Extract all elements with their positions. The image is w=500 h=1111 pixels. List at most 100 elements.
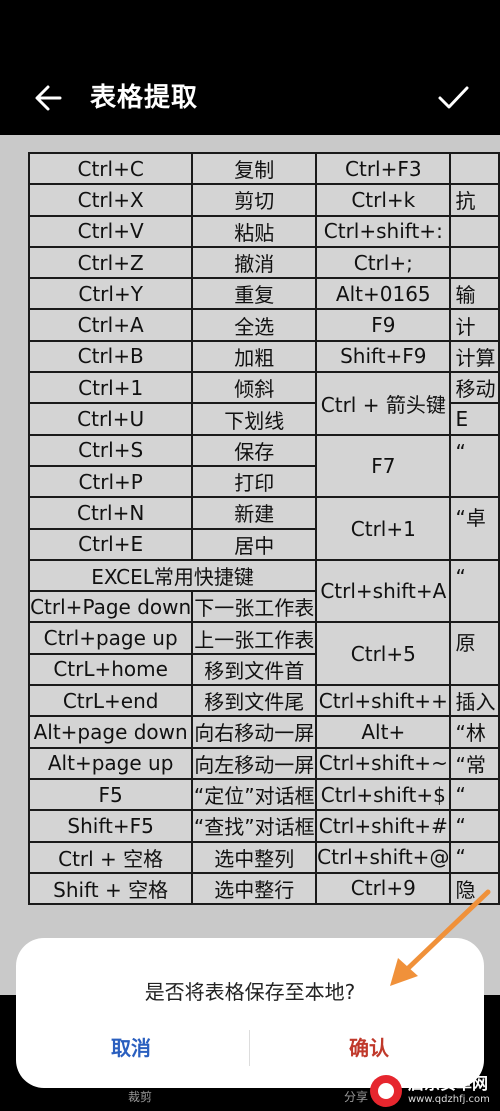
table-cell: Ctrl+E xyxy=(27,527,194,561)
table-row: Shift + 空格 选中整行 Ctrl+9 隐 xyxy=(27,871,500,906)
table-row: Ctrl+V 粘贴 Ctrl+shift+: xyxy=(27,214,500,248)
watermark-badge-icon xyxy=(370,1075,402,1107)
table-row: Alt+page down 向右移动一屏 Alt+ “林 xyxy=(27,715,500,749)
table-row: Ctrl+N 新建 Ctrl+1 “卓 xyxy=(27,496,500,561)
confirm-button[interactable]: 确认 xyxy=(254,1028,484,1068)
table-cell: Ctrl+A xyxy=(27,308,194,342)
table-cell: 复制 xyxy=(191,151,318,186)
table-cell: Alt+0165 xyxy=(315,277,452,311)
table-row: Ctrl+A 全选 F9 计 xyxy=(27,308,500,342)
table-cell: “卓 xyxy=(449,496,500,561)
watermark-name: 启东安卓网 xyxy=(408,1074,489,1093)
table-cell: Ctrl+N xyxy=(27,496,194,530)
table-row: Ctrl + 空格 选中整列 Ctrl+shift+@ “ xyxy=(27,840,500,874)
table-cell: 计 xyxy=(449,308,500,342)
table-cell: 居中 xyxy=(191,527,318,561)
watermark-logo: 启东安卓网 www.qdzhfj.com xyxy=(370,1075,496,1107)
share-label[interactable]: 分享 xyxy=(344,1088,368,1105)
table-cell: 移到文件首 xyxy=(191,652,318,687)
table-cell: Ctrl+9 xyxy=(315,871,452,906)
table-row: Ctrl+Y 重复 Alt+0165 输 xyxy=(27,277,500,311)
table-cell: “ xyxy=(449,840,500,874)
table-cell: 保存 xyxy=(191,433,318,467)
table-cell: Ctrl+Y xyxy=(27,277,194,311)
table-cell: Ctrl+page up xyxy=(27,621,194,655)
table-cell: Shift+F5 xyxy=(27,809,194,843)
table-cell: Ctrl+shift+: xyxy=(315,214,452,248)
table-cell: Ctrl+C xyxy=(27,151,194,186)
table-cell: F5 xyxy=(27,777,194,812)
table-cell: 抗 xyxy=(449,183,500,217)
table-cell: Ctrl+5 xyxy=(315,621,452,687)
table-cell: Ctrl+B xyxy=(27,339,194,374)
table-row: Ctrl+S 保存 F7 “ xyxy=(27,433,500,499)
table-cell: Alt+ xyxy=(315,715,452,749)
table-cell: 上一张工作表 xyxy=(191,621,318,655)
table-cell: Ctrl+shift+~ xyxy=(315,746,452,780)
table-cell: 下划线 xyxy=(191,402,318,436)
back-arrow-icon[interactable] xyxy=(30,80,70,116)
table-cell: Ctrl+V xyxy=(27,214,194,248)
table-cell: “定位”对话框 xyxy=(191,777,318,812)
table-cell: CtrL+end xyxy=(27,684,194,718)
save-dialog: 是否将表格保存至本地? 取消 确认 xyxy=(16,938,484,1088)
table-row: Shift+F5 “查找”对话框 Ctrl+shift+# “ xyxy=(27,809,500,843)
table-cell: 撤消 xyxy=(191,245,318,280)
table-cell: 加粗 xyxy=(191,339,318,374)
table-preview: Ctrl+C 复制 Ctrl+F3 Ctrl+X 剪切 Ctrl+k 抗 Ctr… xyxy=(0,135,500,995)
table-cell: Alt+page down xyxy=(27,715,194,749)
table-cell: Ctrl+U xyxy=(27,402,194,436)
table-cell: Alt+page up xyxy=(27,746,194,780)
table-cell: 插入 xyxy=(449,684,500,718)
cancel-button[interactable]: 取消 xyxy=(16,1028,246,1068)
table-row: Ctrl+B 加粗 Shift+F9 计算 xyxy=(27,339,500,374)
table-cell: EXCEL常用快捷键 xyxy=(27,558,318,593)
table-cell: Ctrl + 空格 xyxy=(27,840,194,874)
table-cell: “ xyxy=(449,558,500,624)
table-cell: F7 xyxy=(315,433,452,499)
table-cell: Ctrl+shift+$ xyxy=(315,777,452,812)
shortcut-table: Ctrl+C 复制 Ctrl+F3 Ctrl+X 剪切 Ctrl+k 抗 Ctr… xyxy=(27,151,500,906)
table-cell: Ctrl+S xyxy=(27,433,194,467)
table-cell: “ xyxy=(449,809,500,843)
table-cell: “ xyxy=(449,433,500,499)
table-row: Ctrl+Z 撤消 Ctrl+; xyxy=(27,245,500,280)
table-cell: Ctrl + 箭头键 xyxy=(315,371,452,436)
table-cell: Ctrl+F3 xyxy=(315,151,452,186)
table-cell: 全选 xyxy=(191,308,318,342)
table-cell: E xyxy=(449,402,500,436)
table-cell: 向右移动一屏 xyxy=(191,715,318,749)
confirm-check-icon[interactable] xyxy=(436,80,470,114)
table-cell: 粘贴 xyxy=(191,214,318,248)
watermark-url: www.qdzhfj.com xyxy=(408,1094,490,1105)
table-cell: Ctrl+shift++ xyxy=(315,684,452,718)
table-cell: 下一张工作表 xyxy=(191,590,318,624)
crop-label[interactable]: 裁剪 xyxy=(128,1088,152,1105)
table-row: Ctrl+X 剪切 Ctrl+k 抗 xyxy=(27,183,500,217)
table-cell: 原 xyxy=(449,621,500,687)
table-cell: 移动 xyxy=(449,371,500,405)
table-cell: 倾斜 xyxy=(191,371,318,405)
table-cell xyxy=(449,151,500,186)
table-cell: 移到文件尾 xyxy=(191,684,318,718)
table-row: CtrL+end 移到文件尾 Ctrl+shift++ 插入 xyxy=(27,684,500,718)
table-row: Ctrl+1 倾斜 Ctrl + 箭头键 移动 xyxy=(27,371,500,436)
table-cell: 选中整行 xyxy=(191,871,318,906)
table-row: Ctrl+C 复制 Ctrl+F3 xyxy=(27,151,500,186)
table-cell: 重复 xyxy=(191,277,318,311)
table-cell: Ctrl+P xyxy=(27,464,194,499)
table-cell: F9 xyxy=(315,308,452,342)
table-cell: Ctrl+shift+# xyxy=(315,809,452,843)
table-row: Ctrl+page up 上一张工作表 Ctrl+5 原 xyxy=(27,621,500,687)
dialog-message: 是否将表格保存至本地? xyxy=(144,980,356,1004)
table-cell: “常 xyxy=(449,746,500,780)
table-cell: Ctrl+1 xyxy=(27,371,194,405)
table-cell: 计算 xyxy=(449,339,500,374)
table-cell: “查找”对话框 xyxy=(191,809,318,843)
table-cell: 隐 xyxy=(449,871,500,906)
table-row: F5 “定位”对话框 Ctrl+shift+$ “ xyxy=(27,777,500,812)
table-row: EXCEL常用快捷键 Ctrl+shift+A “ xyxy=(27,558,500,624)
table-cell xyxy=(449,214,500,248)
table-cell: Ctrl+shift+@ xyxy=(315,840,452,874)
table-cell: 输 xyxy=(449,277,500,311)
